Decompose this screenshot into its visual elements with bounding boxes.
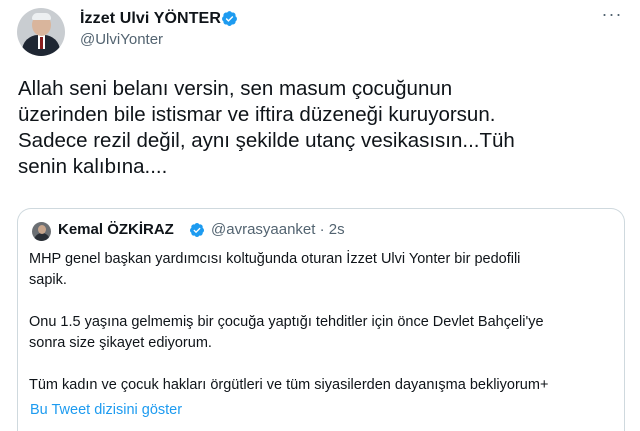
quoted-text-line: Onu 1.5 yaşına gelmemiş bir çocuğa yaptı…	[29, 314, 544, 330]
author-handle[interactable]: @UlviYonter	[80, 31, 163, 48]
verified-badge-icon	[222, 11, 237, 26]
author-avatar[interactable]	[17, 8, 65, 56]
tweet-text-line: Allah seni belanı versin, sen masum çocu…	[18, 77, 453, 100]
tweet-text-line: üzerinden bile istismar ve iftira düzene…	[18, 103, 496, 126]
tweet-text-line: senin kalıbına....	[18, 155, 168, 178]
quoted-text-line: sonra size şikayet ediyorum.	[29, 335, 212, 351]
quoted-text-line: MHP genel başkan yardımcısı koltuğunda o…	[29, 251, 521, 267]
tweet-text-line: Sadece rezil değil, aynı şekilde utanç v…	[18, 129, 515, 152]
tweet-text: Allah seni belanı versin, sen masum çocu…	[18, 76, 628, 180]
quoted-tweet-text: MHP genel başkan yardımcısı koltuğunda o…	[29, 249, 619, 396]
more-options-icon[interactable]: ···	[599, 5, 625, 24]
tweet: İzzet Ulvi YÖNTER @UlviYonter ··· Allah …	[0, 0, 640, 431]
verified-badge-icon	[189, 223, 204, 237]
author-name[interactable]: İzzet Ulvi YÖNTER	[80, 10, 221, 28]
quoted-author-handle-time[interactable]: @avrasyaanket · 2s	[211, 221, 345, 238]
quoted-text-line: Tüm kadın ve çocuk hakları örgütleri ve …	[29, 377, 549, 393]
quoted-text-line: sapik.	[29, 272, 67, 288]
quoted-author-avatar[interactable]	[32, 222, 51, 241]
show-thread-link[interactable]: Bu Tweet dizisini göster	[30, 402, 182, 418]
quoted-tweet[interactable]: Kemal ÖZKİRAZ @avrasyaanket · 2s MHP gen…	[17, 208, 625, 431]
quoted-author-name[interactable]: Kemal ÖZKİRAZ	[58, 221, 174, 238]
